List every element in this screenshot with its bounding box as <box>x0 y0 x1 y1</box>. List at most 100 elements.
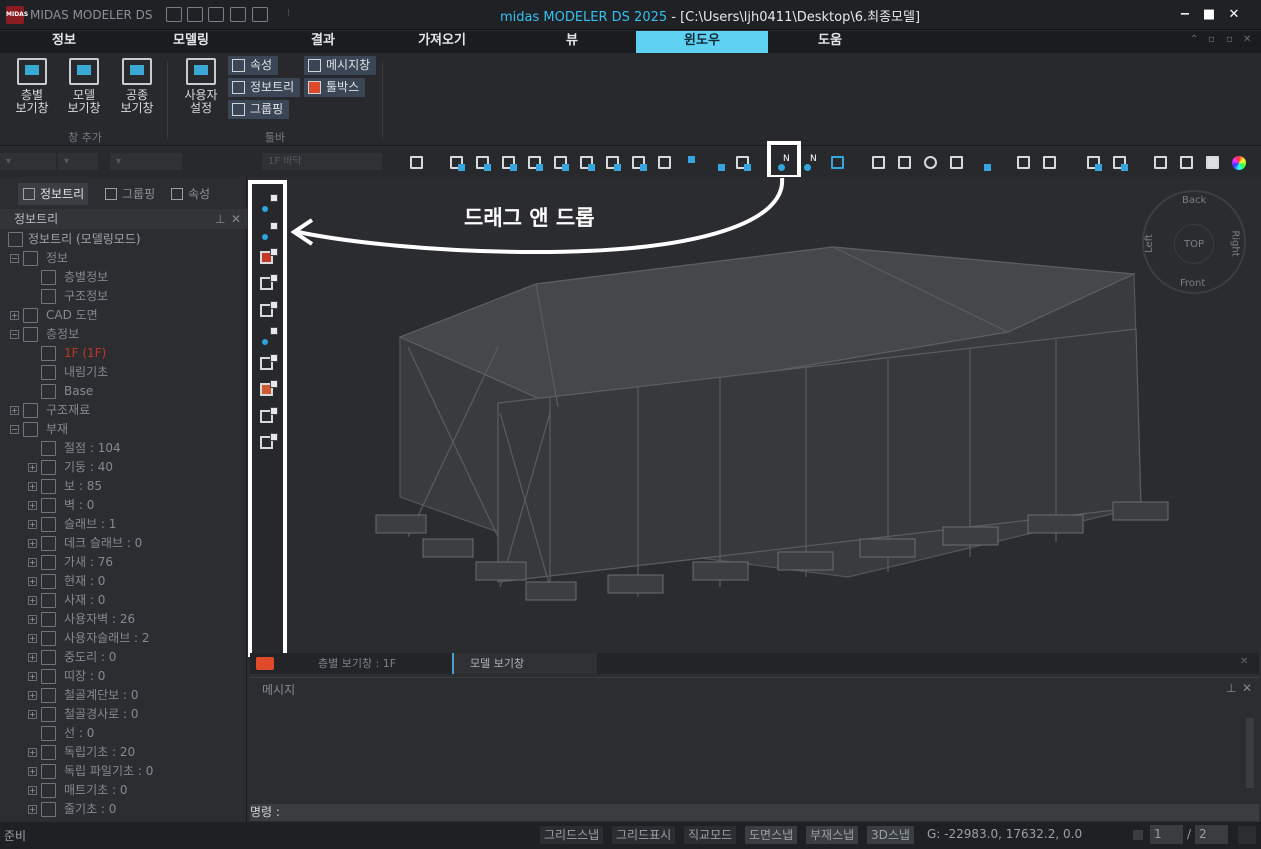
expand-icon[interactable]: + <box>28 748 37 757</box>
plan-view-icon[interactable] <box>1085 154 1102 171</box>
expand-icon[interactable]: + <box>28 767 37 776</box>
toolbar-combo-2[interactable]: ▾ <box>58 153 98 170</box>
tree-row[interactable]: 층별정보 <box>0 268 247 287</box>
tree-row[interactable]: − 부재 <box>0 420 247 439</box>
grid-display-toggle[interactable]: 그리드표시 <box>612 826 676 844</box>
pin-icon[interactable]: ⊥ <box>215 209 225 229</box>
tab-modeling[interactable]: 모델링 <box>128 31 254 53</box>
toolbar-combo-3[interactable]: ▾ <box>110 153 182 170</box>
tree-row[interactable]: 정보트리 (모델링모드) <box>0 230 247 249</box>
toolbox-toggle[interactable]: 툴박스 <box>304 78 366 97</box>
message-pin-icon[interactable]: ⊥ <box>1226 681 1236 695</box>
panel-close-icon[interactable]: ✕ <box>231 209 241 229</box>
cross-icon[interactable] <box>656 154 673 171</box>
node-delete-icon[interactable] <box>260 248 278 266</box>
tree-row[interactable]: + CAD 도면 <box>0 306 247 325</box>
tree-row[interactable]: + 독립 파일기초 : 0 <box>0 762 247 781</box>
extend-icon[interactable] <box>974 154 991 171</box>
node-grid-icon[interactable] <box>829 154 846 171</box>
ribbon-restore-icon[interactable]: ▫ <box>1226 34 1233 45</box>
expand-icon[interactable]: + <box>28 539 37 548</box>
pointer-icon[interactable] <box>682 154 699 171</box>
message-close-icon[interactable]: ✕ <box>1242 681 1252 695</box>
expand-icon[interactable]: + <box>28 805 37 814</box>
expand-icon[interactable]: + <box>28 482 37 491</box>
expand-icon[interactable]: + <box>28 615 37 624</box>
node-copy-icon[interactable] <box>260 433 278 451</box>
expand-icon[interactable]: + <box>28 558 37 567</box>
collapse-icon[interactable]: − <box>10 254 19 263</box>
tree-row[interactable]: + 철골계단보 : 0 <box>0 686 247 705</box>
node-color-icon[interactable] <box>260 380 278 398</box>
cad-icon[interactable] <box>408 154 425 171</box>
page-checkbox[interactable] <box>1133 830 1143 840</box>
trade-view-button[interactable]: 공종 보기창 <box>114 58 160 115</box>
toolbar-combo-1[interactable]: ▾ <box>0 153 56 170</box>
status-option-icon[interactable] <box>1238 826 1256 844</box>
open-folder-icon[interactable] <box>187 7 203 22</box>
tree-row[interactable]: + 띠장 : 0 <box>0 667 247 686</box>
tree-row[interactable]: + 줄기초 : 0 <box>0 800 247 819</box>
tree-row[interactable]: + 매트기초 : 0 <box>0 781 247 800</box>
ribbon-minimize-icon[interactable]: ▫ <box>1208 34 1215 45</box>
node-link-icon[interactable]: N <box>803 154 820 171</box>
column-icon[interactable] <box>448 154 465 171</box>
tree-row[interactable]: − 정보 <box>0 249 247 268</box>
close-button[interactable]: ✕ <box>1223 4 1245 26</box>
opening-icon[interactable] <box>630 154 647 171</box>
elevation-view-icon[interactable] <box>1111 154 1128 171</box>
expand-icon[interactable]: + <box>28 520 37 529</box>
node-move-icon[interactable] <box>260 327 278 345</box>
node-point-icon[interactable] <box>260 194 278 212</box>
tree-row[interactable]: + 보 : 85 <box>0 477 247 496</box>
node-align-icon[interactable] <box>260 301 278 319</box>
tab-results[interactable]: 결과 <box>259 31 387 53</box>
tree-row[interactable]: Base <box>0 382 247 401</box>
panel-tab-properties[interactable]: 속성 <box>166 183 226 205</box>
tree-row[interactable]: 구조정보 <box>0 287 247 306</box>
tree-row[interactable]: + 기둥 : 40 <box>0 458 247 477</box>
floor-combo[interactable]: 1F 바닥 <box>262 153 382 170</box>
tree-row[interactable]: 선 : 0 <box>0 724 247 743</box>
tab-import[interactable]: 가져오기 <box>380 31 504 53</box>
expand-icon[interactable]: + <box>28 501 37 510</box>
tab-view[interactable]: 뷰 <box>510 31 634 53</box>
page-current-input[interactable]: 1 <box>1150 825 1183 844</box>
tree-row[interactable]: 절점 : 104 <box>0 439 247 458</box>
expand-icon[interactable]: + <box>28 672 37 681</box>
tab-model-view[interactable]: 모델 보기창 <box>452 653 597 674</box>
tree-row[interactable]: + 구조재료 <box>0 401 247 420</box>
view-cube[interactable]: Back Front Left Right TOP <box>1142 190 1246 294</box>
expand-icon[interactable]: + <box>28 786 37 795</box>
message-scrollbar[interactable] <box>1246 718 1254 788</box>
layer-icon[interactable] <box>734 154 751 171</box>
viewcube-right[interactable]: Right <box>1230 230 1241 256</box>
tree-row[interactable]: + 데크 슬래브 : 0 <box>0 534 247 553</box>
export-icon[interactable] <box>252 7 268 22</box>
save-icon[interactable] <box>208 7 224 22</box>
mirror-icon[interactable] <box>948 154 965 171</box>
tree-row[interactable]: + 중도리 : 0 <box>0 648 247 667</box>
panel-tab-info-tree[interactable]: 정보트리 <box>18 183 88 205</box>
new-file-icon[interactable] <box>166 7 182 22</box>
quick-access-more-icon[interactable]: ⁝ <box>287 8 290 19</box>
floor-view-button[interactable]: 층별 보기창 <box>10 58 54 115</box>
expand-icon[interactable]: + <box>28 596 37 605</box>
user-settings-button[interactable]: 사용자 설정 <box>178 58 224 115</box>
minimize-button[interactable]: − <box>1174 4 1196 26</box>
expand-icon[interactable]: + <box>28 577 37 586</box>
collapse-icon[interactable]: − <box>10 425 19 434</box>
3d-snap-toggle[interactable]: 3D스냅 <box>867 826 914 844</box>
node-link-icon[interactable] <box>260 222 278 240</box>
tree-row[interactable]: 내림기초 <box>0 363 247 382</box>
tree-row[interactable]: + 벽 : 0 <box>0 496 247 515</box>
tree-row[interactable]: + 현재 : 0 <box>0 572 247 591</box>
brace-icon[interactable] <box>578 154 595 171</box>
node-select-icon[interactable] <box>260 354 278 372</box>
expand-icon[interactable]: + <box>28 463 37 472</box>
tab-menu-icon[interactable] <box>256 657 274 670</box>
expand-icon[interactable]: + <box>28 710 37 719</box>
member-snap-toggle[interactable]: 부재스냅 <box>806 826 859 844</box>
move-icon[interactable] <box>870 154 887 171</box>
section-icon[interactable] <box>1015 154 1032 171</box>
